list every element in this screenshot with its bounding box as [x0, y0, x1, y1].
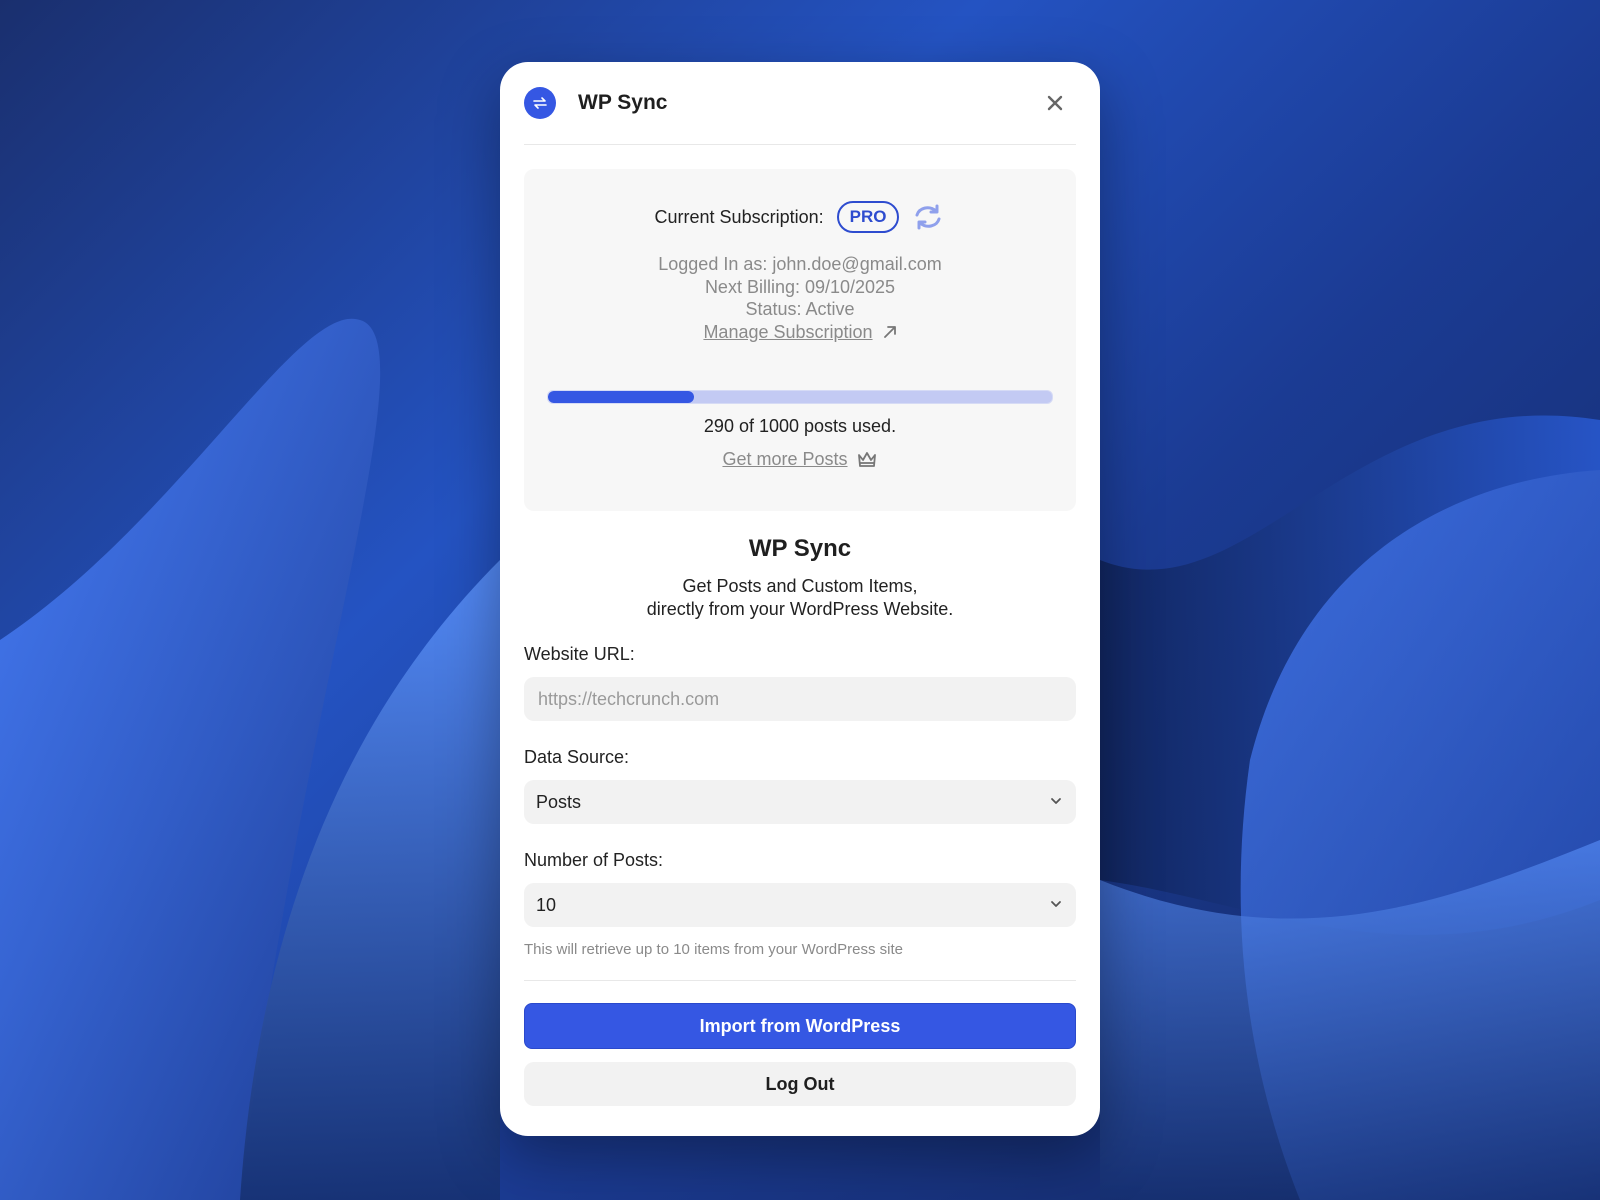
close-button[interactable]: [1042, 90, 1068, 116]
section-description: Get Posts and Custom Items, directly fro…: [524, 575, 1076, 620]
number-of-posts-label: Number of Posts:: [524, 850, 664, 870]
data-source-value: Posts: [536, 791, 582, 812]
description-line-2: directly from your WordPress Website.: [646, 598, 954, 619]
wp-sync-dialog: WP Sync Current Subscription: PRO Logged…: [500, 62, 1100, 1136]
description-line-1: Get Posts and Custom Items,: [682, 576, 918, 596]
data-source-label: Data Source:: [524, 747, 630, 767]
chevron-down-icon: [1051, 798, 1061, 804]
retrieve-hint: This will retrieve up to 10 items from y…: [524, 941, 904, 958]
subscription-label: Current Subscription:: [654, 206, 824, 227]
next-billing-text: Next Billing: 09/10/2025: [704, 276, 896, 297]
plan-badge: PRO: [836, 201, 900, 233]
subscription-card: Current Subscription: PRO Logged In as: …: [524, 169, 1076, 511]
website-url-label: Website URL:: [524, 644, 635, 664]
divider: [524, 980, 1076, 981]
account-info: Logged In as: john.doe@gmail.com Next Bi…: [524, 253, 1076, 343]
usage-progress-fill: [548, 391, 695, 403]
chevron-down-icon: [1051, 901, 1061, 907]
sync-arrows-icon: [524, 87, 556, 119]
refresh-icon[interactable]: [911, 200, 945, 234]
usage-text: 290 of 1000 posts used.: [703, 416, 897, 436]
manage-subscription-label: Manage Subscription: [703, 321, 873, 342]
website-url-field[interactable]: [524, 677, 1076, 721]
app-title: WP Sync: [578, 91, 668, 114]
get-more-posts-label: Get more Posts: [722, 449, 848, 469]
subscription-row: Current Subscription: PRO: [524, 199, 1076, 235]
logout-button[interactable]: Log Out: [524, 1062, 1076, 1106]
dialog-header: WP Sync: [524, 62, 1076, 145]
logged-in-text: Logged In as: john.doe@gmail.com: [658, 254, 942, 274]
data-source-select[interactable]: Posts: [524, 780, 1076, 824]
get-more-posts-link[interactable]: Get more Posts: [722, 449, 877, 470]
number-of-posts-select[interactable]: 10: [524, 883, 1076, 927]
usage-progress-bar: [547, 390, 1053, 404]
website-url-input[interactable]: [536, 687, 1064, 711]
close-icon: [1047, 95, 1063, 111]
crown-icon: [857, 451, 876, 467]
status-text: Status: Active: [745, 299, 855, 319]
manage-subscription-link[interactable]: Manage Subscription: [703, 321, 896, 344]
section-title: WP Sync: [748, 535, 852, 562]
external-link-icon: [883, 325, 896, 338]
import-button[interactable]: Import from WordPress: [524, 1003, 1076, 1049]
number-of-posts-value: 10: [536, 894, 557, 915]
